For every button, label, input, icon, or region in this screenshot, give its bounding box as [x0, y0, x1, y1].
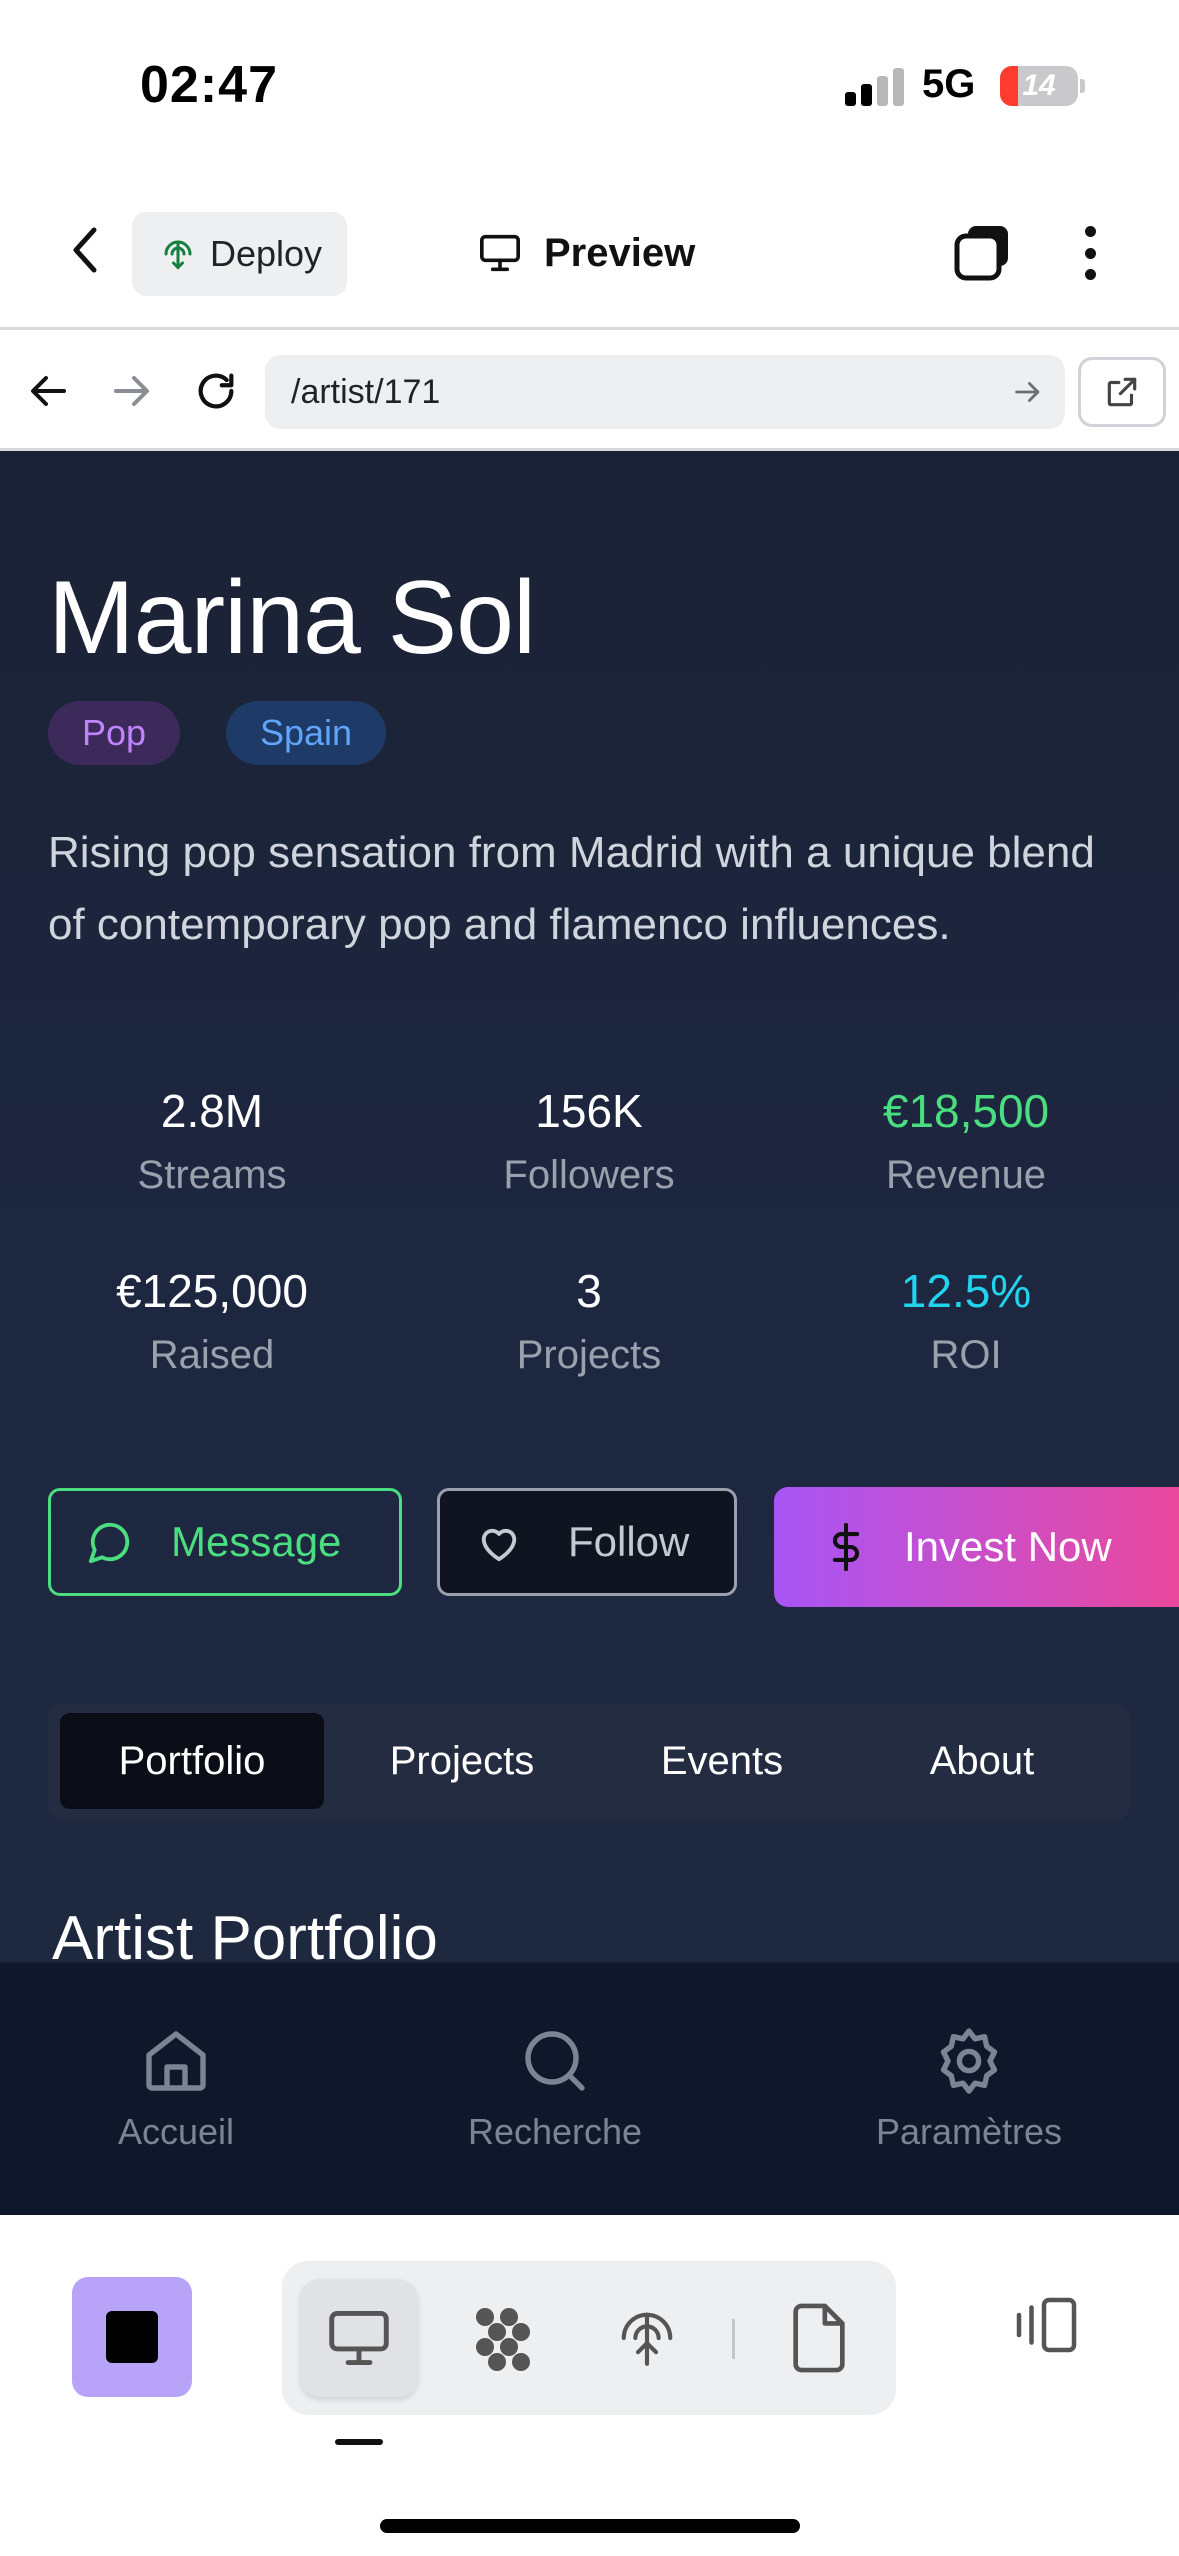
deploy-label: Deploy: [210, 233, 323, 274]
monitor-icon: [480, 234, 520, 272]
message-label: Message: [171, 1518, 342, 1565]
browser-back-button[interactable]: [18, 361, 78, 421]
active-indicator: [335, 2439, 383, 2445]
stat-raised: €125,000 Raised: [62, 1263, 362, 1383]
back-button[interactable]: [60, 220, 110, 280]
arrow-right-icon: [114, 376, 149, 406]
url-text: /artist/171: [291, 372, 441, 411]
stat-label: Revenue: [885, 1153, 1047, 1197]
files-view-button[interactable]: [760, 2279, 878, 2397]
nav-item-home[interactable]: Accueil: [46, 2025, 306, 2153]
signal-strength-icon: [845, 68, 905, 106]
chevron-left-icon: [73, 227, 97, 273]
app-header: Deploy Preview: [0, 170, 1179, 330]
preview-view-button[interactable]: [300, 2279, 418, 2397]
tab-projects[interactable]: Projects: [348, 1713, 576, 1809]
status-time: 02:47: [140, 56, 278, 114]
stop-button[interactable]: [72, 2277, 192, 2397]
stop-icon: [106, 2311, 158, 2363]
battery-icon: 14: [1000, 66, 1078, 106]
external-link-icon: [1107, 377, 1137, 407]
follow-button[interactable]: Follow: [437, 1488, 737, 1596]
battery-level: 14: [1022, 69, 1056, 102]
network-type: 5G: [922, 62, 976, 106]
monitor-icon: [329, 2311, 389, 2365]
deploy-icon: [164, 240, 192, 270]
tab-events[interactable]: Events: [608, 1713, 836, 1809]
dollar-icon: [832, 1523, 860, 1571]
stat-projects: 3 Projects: [439, 1263, 739, 1383]
stat-revenue: €18,500 Revenue: [816, 1083, 1116, 1203]
preview-label: Preview: [544, 230, 696, 275]
stat-label: Raised: [149, 1333, 275, 1377]
genre-tag: Pop: [48, 701, 180, 765]
panel-toggle-button[interactable]: [1004, 2285, 1084, 2365]
search-icon: [525, 2031, 585, 2091]
status-bar: 02:47 5G 14: [0, 0, 1179, 170]
tab-portfolio[interactable]: Portfolio: [60, 1713, 324, 1809]
invest-label: Invest Now: [904, 1523, 1112, 1570]
stat-value: 3: [576, 1265, 602, 1317]
reload-icon: [198, 373, 234, 409]
nav-label: Recherche: [467, 2111, 643, 2152]
profile-tabs: Portfolio Projects Events About: [48, 1703, 1130, 1821]
preview-toggle[interactable]: Preview: [478, 218, 695, 288]
bottom-toolbar: [0, 2215, 1179, 2556]
stat-value: 2.8M: [160, 1085, 264, 1137]
settings-icon: [940, 2028, 998, 2094]
section-title: Artist Portfolio: [52, 1904, 438, 1961]
stat-value: 156K: [535, 1085, 643, 1137]
arrow-left-icon: [31, 376, 66, 406]
stat-label: Streams: [137, 1153, 287, 1197]
stat-streams: 2.8M Streams: [62, 1083, 362, 1203]
grid-blob-icon: [476, 2308, 530, 2371]
country-tag: Spain: [226, 701, 386, 765]
components-view-button[interactable]: [444, 2279, 562, 2397]
reload-button[interactable]: [186, 361, 246, 421]
heart-icon: [481, 1528, 517, 1562]
go-arrow-icon[interactable]: [1011, 375, 1045, 409]
stat-value: €18,500: [882, 1085, 1050, 1137]
artist-name: Marina Sol: [48, 560, 536, 676]
stat-roi: 12.5% ROI: [816, 1263, 1116, 1383]
nav-label: Accueil: [117, 2111, 235, 2152]
message-icon: [88, 1522, 130, 1564]
tabs-button[interactable]: [952, 222, 1014, 284]
more-options-icon[interactable]: [1070, 220, 1110, 286]
home-indicator: [380, 2519, 800, 2533]
follow-label: Follow: [568, 1518, 690, 1565]
stat-value: 12.5%: [900, 1265, 1032, 1317]
stat-followers: 156K Followers: [439, 1083, 739, 1203]
home-icon: [146, 2031, 206, 2091]
bottom-navigation: Accueil Recherche Paramètres: [0, 1961, 1179, 2215]
view-switcher: [282, 2261, 896, 2415]
stat-value: €125,000: [116, 1265, 308, 1317]
deploy-button[interactable]: Deploy: [132, 212, 347, 296]
nav-item-search[interactable]: Recherche: [425, 2025, 685, 2153]
stat-label: Followers: [503, 1153, 675, 1197]
browser-bar: /artist/171: [0, 333, 1179, 451]
deploy-view-button[interactable]: [588, 2279, 706, 2397]
artist-bio: Rising pop sensation from Madrid with a …: [48, 828, 1095, 949]
tab-about[interactable]: About: [868, 1713, 1096, 1809]
artist-page: Marina Sol Pop Spain Rising pop sensatio…: [0, 451, 1179, 1961]
url-field[interactable]: /artist/171: [265, 355, 1065, 429]
deploy-icon: [621, 2312, 673, 2366]
invest-now-button[interactable]: Invest Now: [774, 1487, 1179, 1607]
file-icon: [793, 2303, 845, 2373]
stat-label: ROI: [930, 1333, 1002, 1377]
tabs-icon: [954, 226, 1008, 281]
stat-label: Projects: [516, 1333, 662, 1377]
nav-label: Paramètres: [875, 2111, 1063, 2152]
message-button[interactable]: Message: [48, 1488, 402, 1596]
nav-item-settings[interactable]: Paramètres: [839, 2025, 1099, 2153]
side-panel-icon: [1016, 2297, 1077, 2353]
browser-forward-button[interactable]: [102, 361, 162, 421]
open-external-button[interactable]: [1078, 357, 1166, 427]
